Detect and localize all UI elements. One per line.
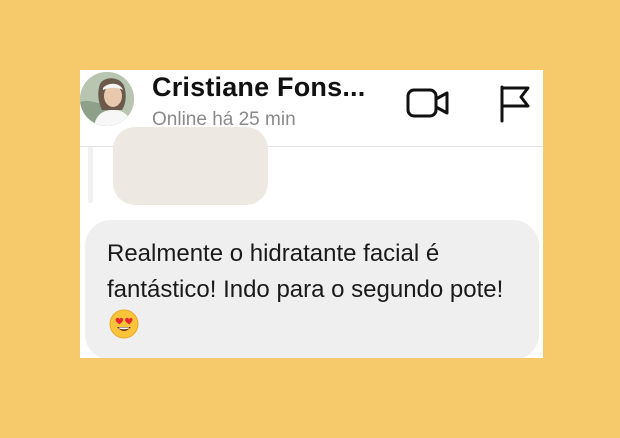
message-bubble[interactable]: Realmente o hidratante facial é fantásti… <box>85 220 539 358</box>
contact-name[interactable]: Cristiane Fons... <box>152 72 365 103</box>
report-button[interactable] <box>491 80 537 126</box>
user-avatar-photo <box>80 72 134 126</box>
chat-window: Cristiane Fons... Online há 25 min Realm… <box>80 70 543 358</box>
reply-thread-line <box>88 147 93 203</box>
message-thread: Realmente o hidratante facial é fantásti… <box>80 127 543 358</box>
smiling-face-with-heart-eyes-icon <box>109 309 139 339</box>
previous-message-bubble[interactable] <box>113 127 268 205</box>
video-camera-icon <box>406 88 449 118</box>
flag-icon <box>500 85 530 123</box>
video-call-button[interactable] <box>405 80 451 126</box>
message-text: Realmente o hidratante facial é fantásti… <box>107 240 504 303</box>
avatar[interactable] <box>80 72 134 126</box>
